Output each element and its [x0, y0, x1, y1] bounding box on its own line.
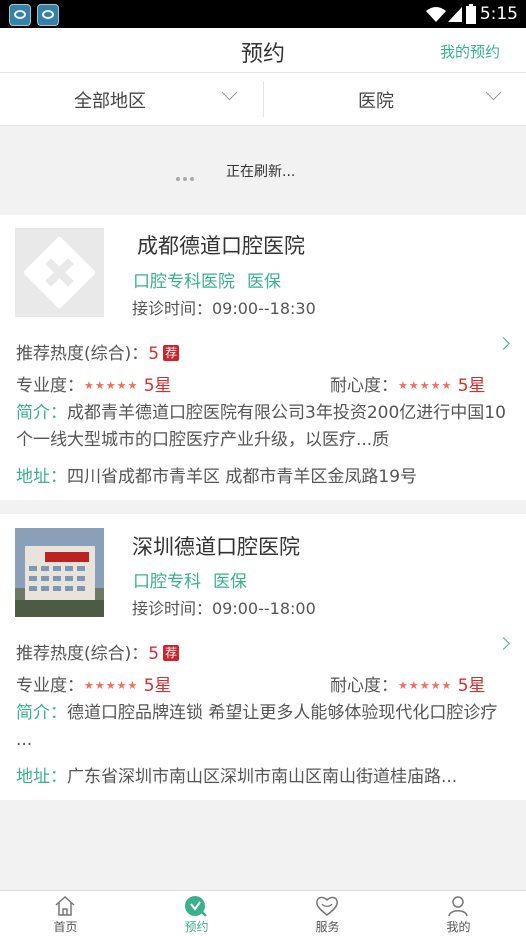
recommend-badge: 荐: [163, 345, 180, 361]
professionalism-value: 5星: [143, 376, 172, 396]
hospital-card[interactable]: 深圳德道口腔医院 口腔专科 医保 接诊时间：09:00--18:00 推荐热度(综…: [0, 514, 526, 800]
signal-icon: [448, 7, 462, 22]
app-notification-icon: [37, 4, 59, 26]
top-header: 预约 我的预约: [0, 28, 526, 73]
professionalism-label: 专业度：: [16, 376, 84, 396]
hospital-hours: 接诊时间：09:00--18:30: [132, 299, 316, 318]
tab-appointment[interactable]: 预约: [131, 891, 262, 936]
hospital-tag: 口腔专科医院: [133, 272, 235, 292]
popularity-label: 推荐热度(综合)：: [16, 344, 149, 364]
hospital-intro: 简介：成都青羊德道口腔医院有限公司3年投资200亿进行中国10个一线大型城市的口…: [16, 400, 512, 454]
recommend-badge: 荐: [163, 645, 180, 661]
address-text: 四川省成都市青羊区 成都市青羊区金凤路19号: [67, 467, 418, 487]
rating-stars-icon: ★★★★★: [398, 679, 453, 692]
intro-label: 简介：: [16, 403, 67, 423]
chevron-right-icon: [497, 637, 510, 650]
type-filter-dropdown[interactable]: 医院: [264, 73, 526, 125]
hospital-tag: 口腔专科: [133, 572, 201, 592]
appointment-icon: [185, 896, 207, 917]
professionalism-row: 专业度：★★★★★ 5星: [16, 371, 172, 396]
battery-icon: [466, 4, 476, 24]
region-filter-dropdown[interactable]: 全部地区: [0, 73, 263, 125]
chevron-right-icon: [497, 337, 510, 350]
hospital-name: 成都德道口腔医院: [137, 234, 305, 258]
address-text: 广东省深圳市南山区深圳市南山区南山街道桂庙路...: [67, 767, 458, 787]
hospital-tags: 口腔专科医院 医保: [133, 267, 293, 292]
popularity-row: 推荐热度(综合)：5 荐: [16, 639, 180, 664]
tab-label: 服务: [315, 920, 340, 934]
home-icon: [55, 895, 75, 916]
tab-home[interactable]: 首页: [0, 891, 131, 936]
popularity-value: 5: [148, 644, 160, 664]
intro-text: 成都青羊德道口腔医院有限公司3年投资200亿进行中国10个一线大型城市的口腔医疗…: [16, 403, 506, 450]
tab-services[interactable]: 服务: [262, 891, 393, 936]
rating-stars-icon: ★★★★★: [398, 379, 453, 392]
rating-stars-icon: ★★★★★: [84, 679, 139, 692]
chevron-down-icon: [221, 84, 238, 101]
address-label: 地址：: [16, 467, 67, 487]
patience-value: 5星: [457, 376, 486, 396]
hospital-tags: 口腔专科 医保: [133, 567, 259, 592]
professionalism-label: 专业度：: [16, 676, 84, 696]
hospital-tag: 医保: [213, 572, 247, 592]
hospital-card[interactable]: 成都德道口腔医院 口腔专科医院 医保 接诊时间：09:00--18:30 推荐热度…: [0, 215, 526, 500]
hospital-address: 地址：四川省成都市青羊区 成都市青羊区金凤路19号: [16, 462, 516, 487]
status-time: 5:15: [479, 4, 518, 24]
intro-text: 德道口腔品牌连锁 希望让更多人能够体验现代化口腔诊疗 ...: [16, 703, 498, 750]
user-icon: [448, 896, 468, 917]
hospital-intro: 简介：德道口腔品牌连锁 希望让更多人能够体验现代化口腔诊疗 ...: [16, 700, 512, 754]
wifi-icon: [426, 7, 446, 22]
hospital-placeholder-image: [15, 228, 104, 317]
chevron-down-icon: [485, 84, 502, 101]
region-filter-label: 全部地区: [74, 91, 146, 112]
app-notification-icon: [9, 4, 31, 26]
refresh-text: 正在刷新...: [226, 164, 296, 180]
status-bar: 5:15: [0, 0, 526, 28]
tab-label: 预约: [184, 920, 209, 934]
popularity-label: 推荐热度(综合)：: [16, 644, 149, 664]
address-label: 地址：: [16, 767, 67, 787]
heart-icon: [316, 896, 338, 916]
hospital-tag: 医保: [247, 272, 281, 292]
professionalism-value: 5星: [143, 676, 172, 696]
patience-row: 耐心度：★★★★★ 5星: [330, 371, 486, 396]
bottom-tab-bar: 首页 预约 服务 我的: [0, 890, 526, 936]
loading-dots-icon: [176, 166, 197, 185]
hospital-name: 深圳德道口腔医院: [132, 535, 300, 559]
professionalism-row: 专业度：★★★★★ 5星: [16, 671, 172, 696]
tab-label: 我的: [446, 920, 471, 934]
hospital-photo: [15, 528, 104, 617]
rating-stars-icon: ★★★★★: [84, 379, 139, 392]
intro-label: 简介：: [16, 703, 67, 723]
popularity-row: 推荐热度(综合)：5 荐: [16, 339, 180, 364]
tab-profile[interactable]: 我的: [393, 891, 524, 936]
filter-bar: 全部地区 医院: [0, 73, 526, 126]
my-appointments-link[interactable]: 我的预约: [440, 41, 500, 62]
tab-label: 首页: [53, 920, 78, 934]
hospital-address: 地址：广东省深圳市南山区深圳市南山区南山街道桂庙路...: [16, 762, 516, 787]
hospital-hours: 接诊时间：09:00--18:00: [132, 599, 316, 618]
patience-row: 耐心度：★★★★★ 5星: [330, 671, 486, 696]
patience-label: 耐心度：: [330, 376, 398, 396]
patience-label: 耐心度：: [330, 676, 398, 696]
patience-value: 5星: [457, 676, 486, 696]
popularity-value: 5: [148, 344, 160, 364]
refresh-indicator: 正在刷新...: [0, 126, 526, 214]
type-filter-label: 医院: [358, 91, 394, 112]
